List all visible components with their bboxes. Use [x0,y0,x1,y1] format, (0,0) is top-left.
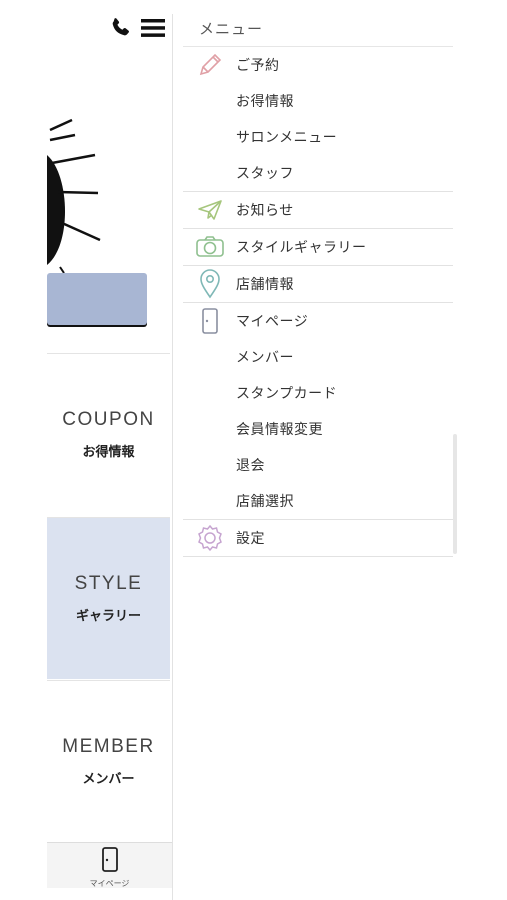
phone-icon[interactable] [108,16,132,40]
menu-item[interactable]: ご予約 [183,47,453,83]
bottom-tab-bar: マイページ [47,842,172,888]
menu-item-label: お知らせ [236,203,294,219]
menu-item-label: ご予約 [236,58,280,74]
menu-item-label: お得情報 [236,94,294,110]
map-pin-icon [195,269,225,299]
menu-item[interactable]: 設定 [183,520,453,556]
menu-item[interactable]: スタッフ [183,155,453,191]
menu-group: ご予約お得情報サロンメニュー スタッフ [183,47,453,192]
gear-icon [195,523,225,553]
camera-icon [195,232,225,262]
menu-item[interactable]: 店舗情報 [183,266,453,302]
menu-item-label: 退会 [236,458,265,474]
menu-item-label: 会員情報変更 [236,422,323,438]
menu-group: お知らせ [183,192,453,229]
side-drawer: メニュー ご予約お得情報サロンメニュー スタッフお知らせスタイルギャラリー 店舗情報… [172,14,463,900]
menu-item[interactable]: メンバー [183,339,453,375]
menu-item-label: メンバー [236,350,294,366]
pencil-icon [195,50,225,80]
door-icon [195,306,225,336]
tile-coupon[interactable]: COUPON お得情報 [47,353,170,515]
tile-style[interactable]: STYLE ギャラリー [47,517,170,679]
menu-item[interactable]: 店舗選択 [183,483,453,519]
menu-item[interactable]: 退会 [183,447,453,483]
tab-mypage-label: マイページ [89,879,130,888]
menu-group: スタイルギャラリー [183,229,453,266]
tile-style-subtitle: ギャラリー [75,609,141,624]
menu-item-label: マイページ [236,314,309,330]
menu-group: 設定 [183,520,453,557]
menu-item[interactable]: スタイルギャラリー [183,229,453,265]
menu-item-label: スタンプカード [236,386,338,402]
paper-plane-icon [195,195,225,225]
menu-item-label: スタイルギャラリー [236,240,367,256]
menu-item-label: スタッフ [236,166,294,182]
menu-item-label: 設定 [236,531,265,547]
drawer-title: メニュー [199,20,264,38]
tile-member-title: MEMBER [62,736,155,757]
menu-item-label: 店舗情報 [236,277,294,293]
tile-coupon-title: COUPON [62,409,155,430]
hamburger-menu-icon[interactable] [140,16,166,40]
background-page: COUPON お得情報 STYLE ギャラリー MEMBER メンバー マイペー… [0,0,180,900]
hero-button[interactable] [47,273,147,325]
menu-item-label: サロンメニュー [236,130,338,146]
drawer-menu-list: ご予約お得情報サロンメニュー スタッフお知らせスタイルギャラリー 店舗情報マイページ… [183,47,453,557]
menu-item-label: 店舗選択 [236,494,294,510]
tile-style-title: STYLE [74,573,143,594]
tab-mypage[interactable]: マイページ [47,847,172,889]
menu-item[interactable]: お知らせ [183,192,453,228]
tile-coupon-subtitle: お得情報 [82,445,135,460]
menu-item[interactable]: お得情報 [183,83,453,119]
door-icon [101,847,118,872]
header-icons [108,16,166,40]
tile-member[interactable]: MEMBER メンバー [47,680,170,842]
menu-item[interactable]: サロンメニュー [183,119,453,155]
menu-group: マイページメンバースタンプカード 会員情報変更 退会店舗選択 [183,303,453,520]
menu-item[interactable]: マイページ [183,303,453,339]
menu-item[interactable]: 会員情報変更 [183,411,453,447]
tile-member-subtitle: メンバー [82,772,135,787]
scrollbar[interactable] [453,434,457,554]
menu-group: 店舗情報 [183,266,453,303]
menu-item[interactable]: スタンプカード [183,375,453,411]
